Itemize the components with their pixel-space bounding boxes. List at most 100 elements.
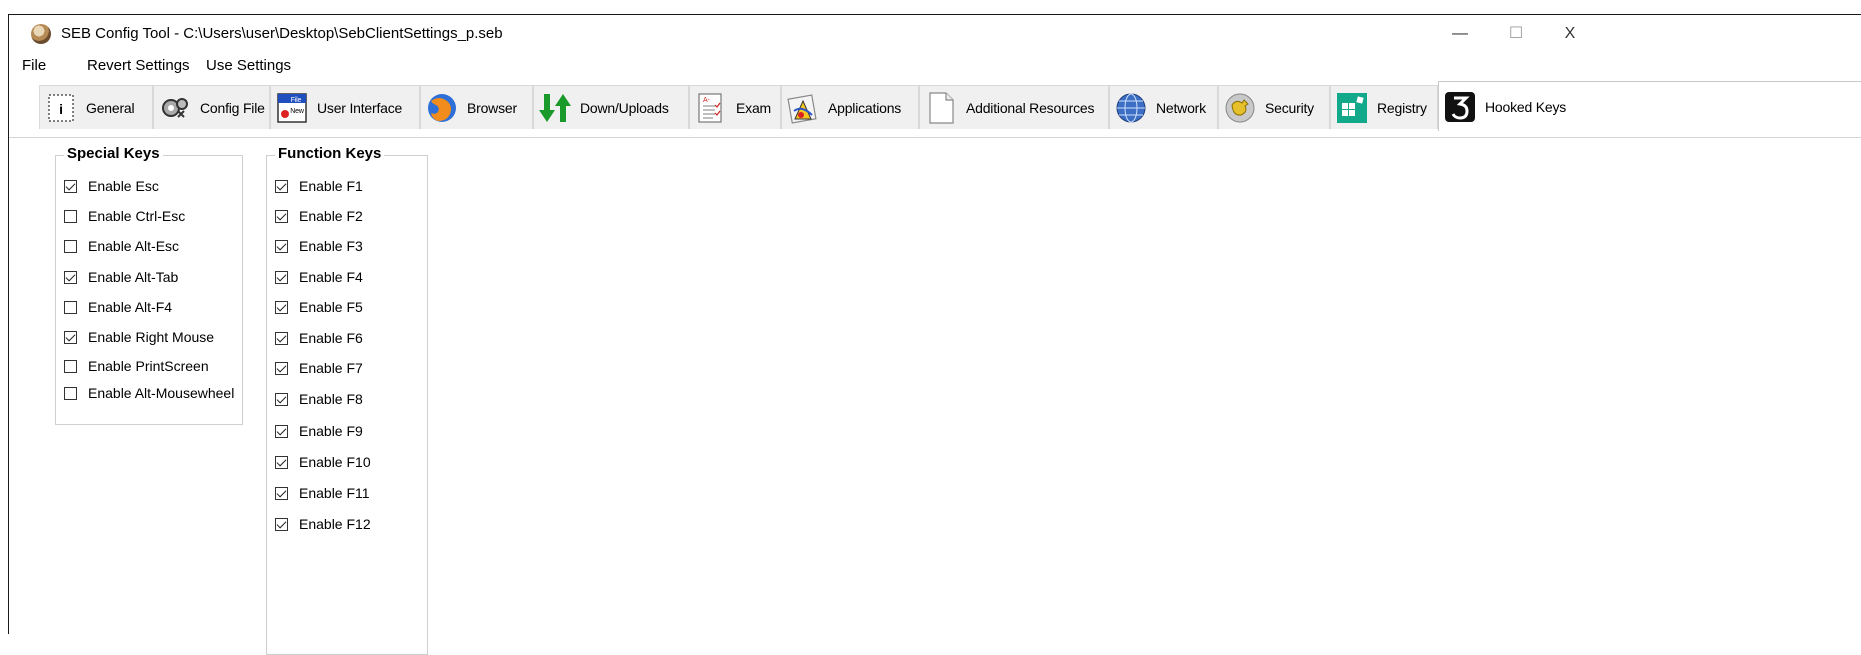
maximize-button[interactable]: ☐ — [1493, 19, 1539, 49]
checkbox-box[interactable] — [275, 239, 288, 253]
enable-esc-checkbox[interactable]: Enable Esc — [64, 178, 159, 194]
tab-registry[interactable]: Registry — [1330, 85, 1438, 129]
checkbox-label: Enable Alt-F4 — [88, 299, 173, 315]
checkbox-box[interactable] — [64, 386, 77, 400]
title-bar: SEB Config Tool - C:\Users\user\Desktop\… — [9, 15, 1861, 53]
checkbox-box[interactable] — [64, 300, 77, 314]
checkbox-box[interactable] — [64, 270, 77, 284]
enable-alt-esc-checkbox[interactable]: Enable Alt-Esc — [64, 238, 179, 254]
enable-f7-checkbox[interactable]: Enable F7 — [275, 360, 363, 376]
checkbox-box[interactable] — [275, 392, 288, 406]
checkbox-label: Enable F3 — [299, 238, 363, 254]
enable-right-mouse-checkbox[interactable]: Enable Right Mouse — [64, 329, 214, 345]
tab-general[interactable]: i General — [39, 85, 153, 129]
down-uploads-icon — [539, 93, 571, 122]
minimize-button[interactable]: — — [1437, 19, 1483, 49]
tab-hooked-keys[interactable]: Hooked Keys — [1438, 81, 1861, 131]
tab-down-uploads[interactable]: Down/Uploads — [533, 85, 689, 129]
tab-user-interface[interactable]: File New User Interface — [270, 85, 420, 129]
enable-f10-checkbox[interactable]: Enable F10 — [275, 454, 371, 470]
special-keys-title: Special Keys — [64, 145, 163, 162]
tab-label: Hooked Keys — [1485, 98, 1567, 115]
enable-alt-f4-checkbox[interactable]: Enable Alt-F4 — [64, 299, 172, 315]
checkbox-box[interactable] — [64, 330, 77, 344]
tab-label: Down/Uploads — [580, 99, 669, 116]
enable-f3-checkbox[interactable]: Enable F3 — [275, 238, 363, 254]
checkbox-box[interactable] — [275, 486, 288, 500]
checkbox-label: Enable Ctrl-Esc — [88, 208, 186, 224]
enable-f5-checkbox[interactable]: Enable F5 — [275, 299, 363, 315]
menu-bar: File Revert Settings Use Settings — [9, 55, 1861, 79]
tab-label: Exam — [736, 99, 771, 116]
checkbox-box[interactable] — [275, 424, 288, 438]
enable-alt-mousewheel-checkbox[interactable]: Enable Alt-Mousewheel — [64, 385, 234, 401]
enable-f12-checkbox[interactable]: Enable F12 — [275, 516, 371, 532]
function-keys-title: Function Keys — [275, 145, 385, 162]
tab-browser[interactable]: Browser — [420, 85, 533, 129]
user-interface-icon: File New — [277, 92, 307, 123]
checkbox-box[interactable] — [64, 209, 77, 223]
enable-f11-checkbox[interactable]: Enable F11 — [275, 485, 370, 501]
enable-printscreen-checkbox[interactable]: Enable PrintScreen — [64, 358, 209, 374]
checkbox-box[interactable] — [275, 455, 288, 469]
checkbox-box[interactable] — [275, 517, 288, 531]
tab-applications[interactable]: Applications — [781, 85, 919, 129]
app-window: SEB Config Tool - C:\Users\user\Desktop\… — [8, 14, 1861, 655]
tab-bar: i General Config File File New User Inte… — [9, 81, 1861, 138]
checkbox-label: Enable F8 — [299, 391, 363, 407]
special-keys-group: Special Keys Enable Esc Enable Ctrl-Esc … — [55, 145, 243, 425]
checkbox-label: Enable F9 — [299, 423, 363, 439]
checkbox-box[interactable] — [275, 179, 288, 193]
tab-label: General — [86, 99, 135, 116]
seb-icon — [31, 24, 51, 44]
checkbox-box[interactable] — [275, 209, 288, 223]
enable-ctrl-esc-checkbox[interactable]: Enable Ctrl-Esc — [64, 208, 185, 224]
checkbox-box[interactable] — [275, 270, 288, 284]
enable-f1-checkbox[interactable]: Enable F1 — [275, 178, 363, 194]
tab-label: Browser — [467, 99, 517, 116]
checkbox-label: Enable F11 — [299, 485, 370, 501]
checkbox-label: Enable F12 — [299, 516, 371, 532]
enable-f8-checkbox[interactable]: Enable F8 — [275, 391, 363, 407]
enable-f9-checkbox[interactable]: Enable F9 — [275, 423, 363, 439]
checkbox-label: Enable F7 — [299, 360, 363, 376]
hooked-keys-panel: Special Keys Enable Esc Enable Ctrl-Esc … — [9, 138, 1861, 655]
enable-f6-checkbox[interactable]: Enable F6 — [275, 330, 363, 346]
enable-alt-tab-checkbox[interactable]: Enable Alt-Tab — [64, 269, 178, 285]
checkbox-label: Enable PrintScreen — [88, 358, 209, 374]
checkbox-box[interactable] — [275, 361, 288, 375]
checkbox-label: Enable Esc — [88, 178, 159, 194]
tab-security[interactable]: Security — [1218, 85, 1330, 129]
checkbox-label: Enable Alt-Esc — [88, 238, 180, 254]
tab-label: User Interface — [317, 99, 403, 116]
menu-file[interactable]: File — [22, 57, 46, 74]
checkbox-box[interactable] — [64, 359, 77, 373]
checkbox-label: Enable F5 — [299, 299, 363, 315]
applications-icon — [787, 93, 817, 124]
additional-resources-icon — [929, 91, 954, 124]
close-button[interactable]: X — [1547, 19, 1593, 49]
checkbox-box[interactable] — [64, 239, 77, 253]
svg-text:A-: A- — [703, 97, 710, 104]
hooked-keys-icon — [1445, 91, 1475, 122]
tab-label: Network — [1156, 99, 1206, 116]
tab-additional-resources[interactable]: Additional Resources — [919, 85, 1109, 129]
browser-icon — [428, 93, 456, 122]
tab-network[interactable]: Network — [1109, 85, 1218, 129]
checkbox-label: Enable F2 — [299, 208, 363, 224]
tab-label: Additional Resources — [966, 99, 1095, 116]
checkbox-box[interactable] — [275, 300, 288, 314]
exam-icon: A- — [698, 92, 722, 123]
menu-revert-settings[interactable]: Revert Settings — [87, 57, 190, 74]
checkbox-box[interactable] — [275, 331, 288, 345]
tab-exam[interactable]: A- Exam — [689, 85, 781, 129]
checkbox-label: Enable F10 — [299, 454, 371, 470]
function-keys-group: Function Keys Enable F1 Enable F2 Enable… — [266, 145, 428, 655]
checkbox-box[interactable] — [64, 179, 77, 193]
tab-config-file[interactable]: Config File — [153, 85, 270, 129]
enable-f2-checkbox[interactable]: Enable F2 — [275, 208, 363, 224]
checkbox-label: Enable F1 — [299, 178, 363, 194]
general-icon: i — [48, 93, 74, 122]
enable-f4-checkbox[interactable]: Enable F4 — [275, 269, 363, 285]
menu-use-settings[interactable]: Use Settings — [206, 57, 291, 74]
